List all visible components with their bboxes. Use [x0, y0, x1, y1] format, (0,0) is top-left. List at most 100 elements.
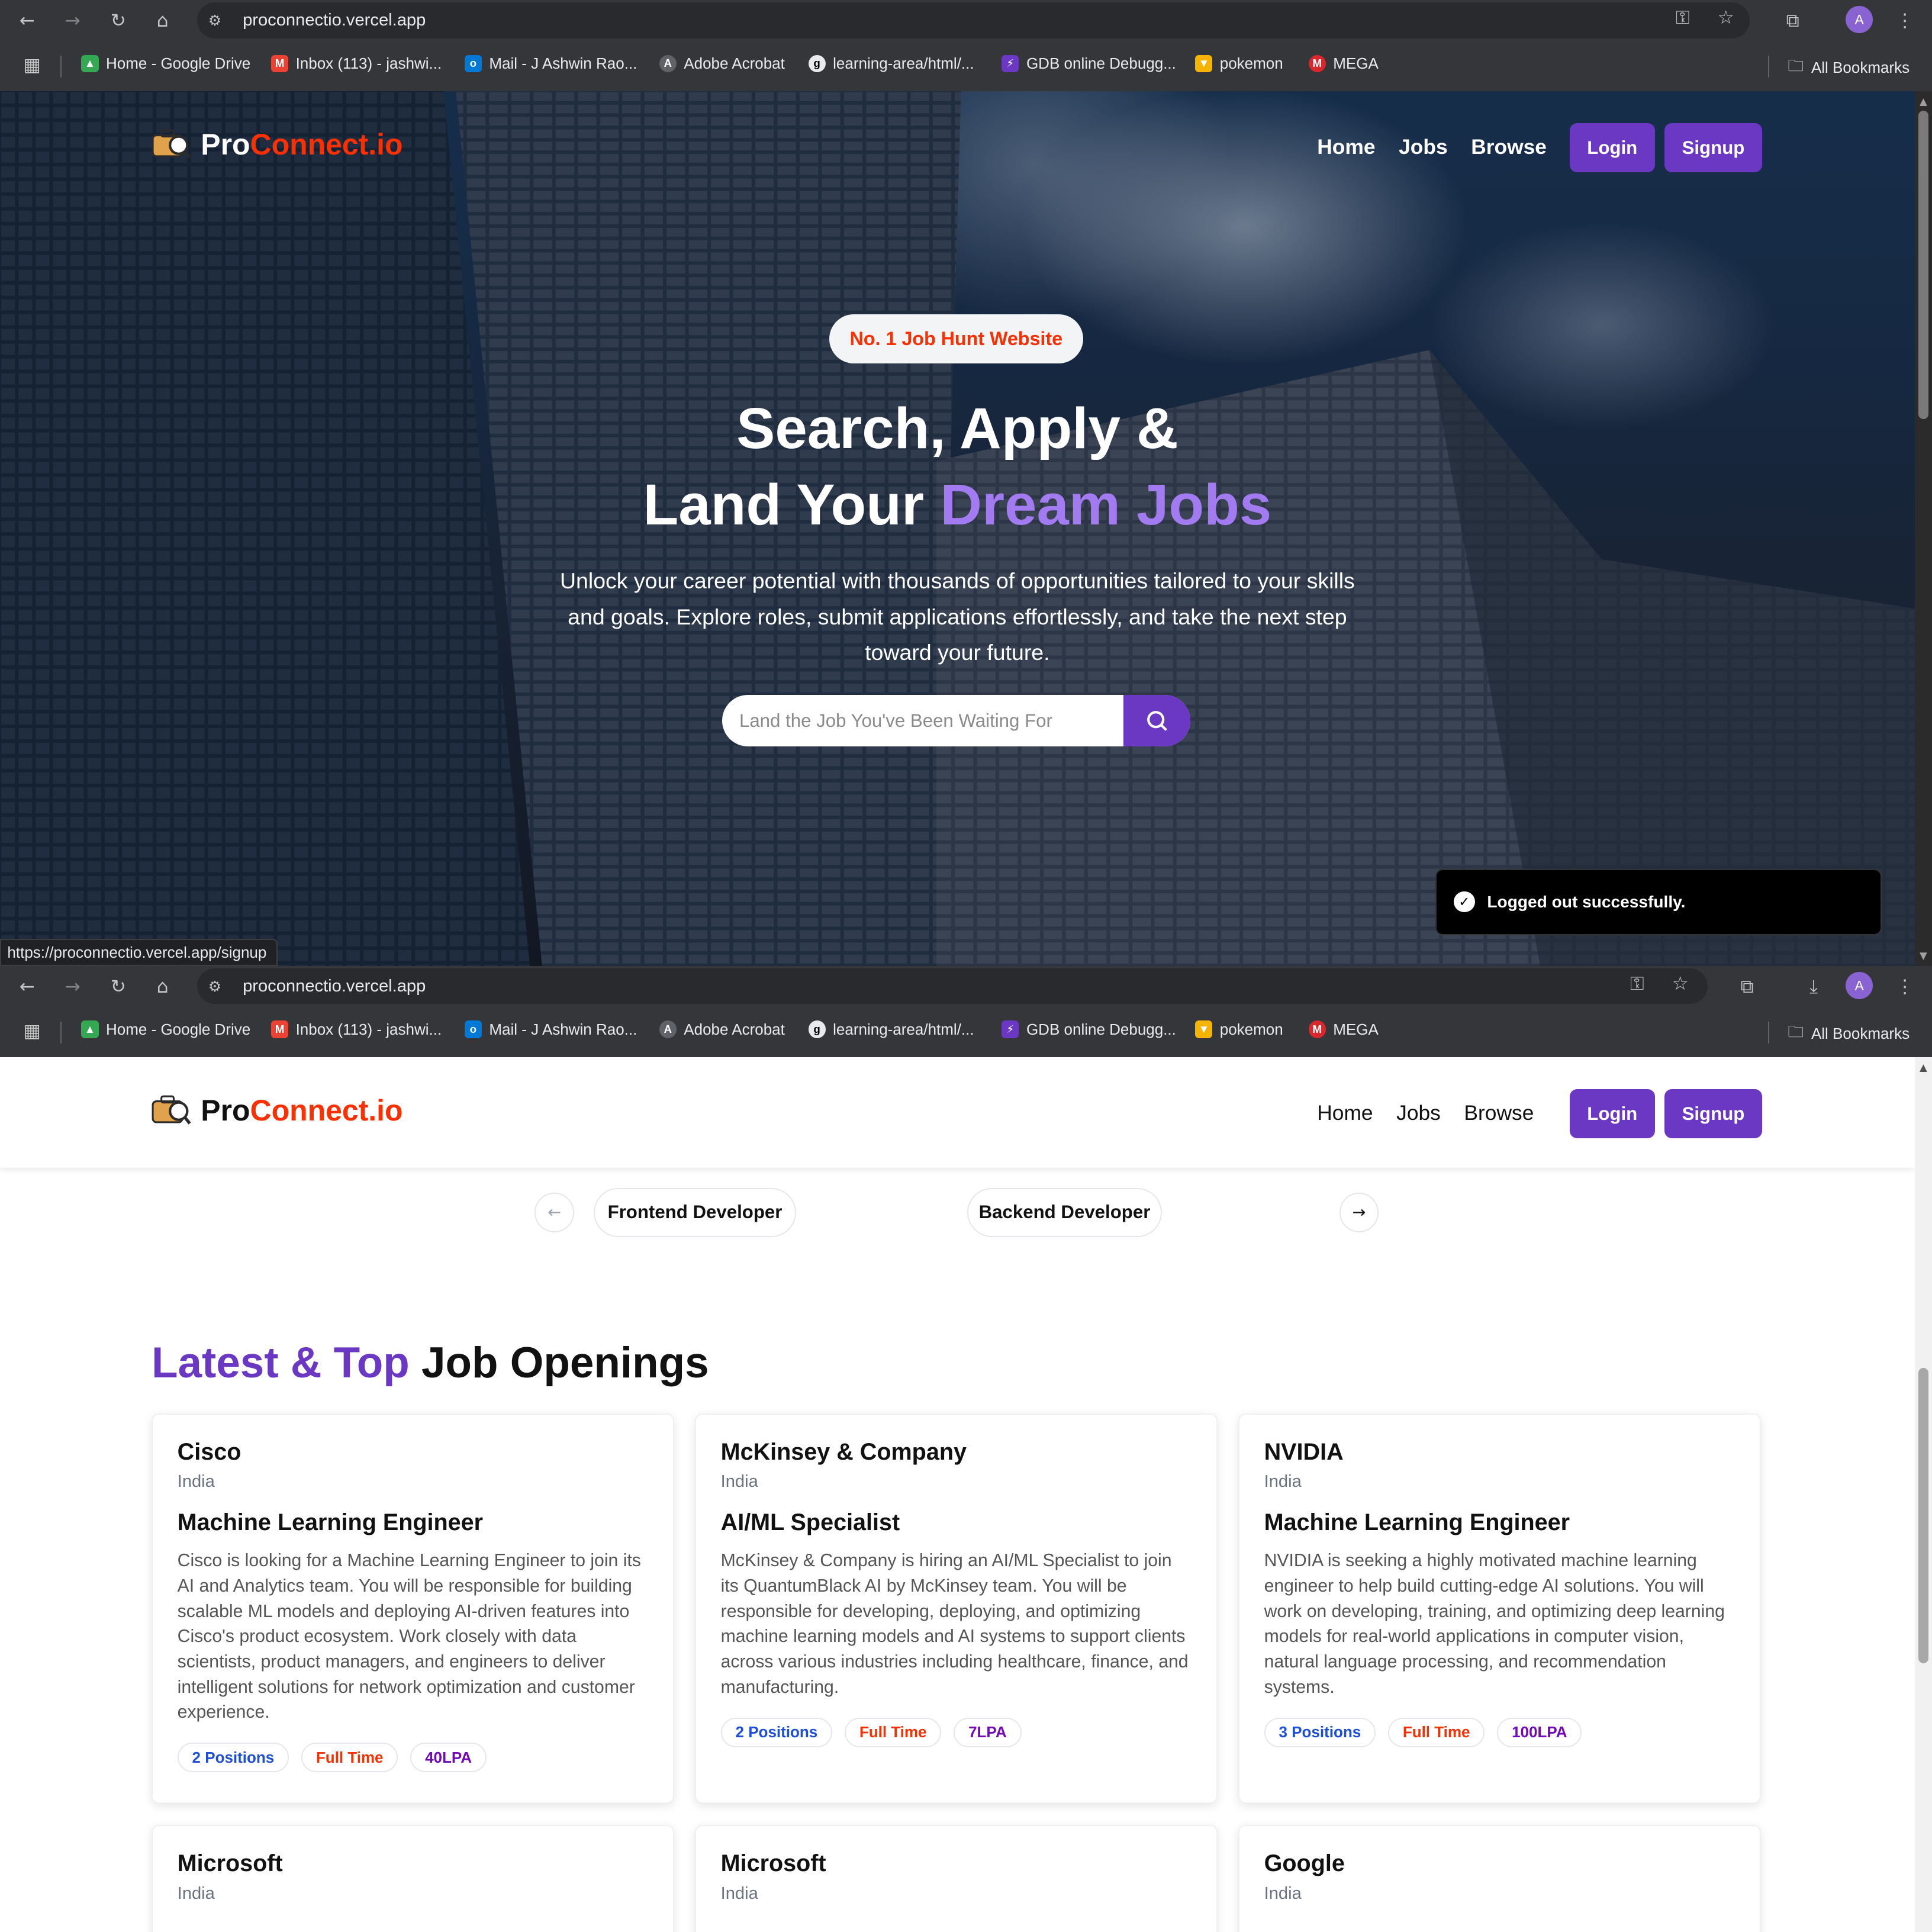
category-pill[interactable]: Backend Developer — [967, 1187, 1162, 1237]
bookmark-item[interactable]: M Inbox (113) - jashwi... — [271, 54, 442, 73]
nav-browse[interactable]: Browse — [1464, 1102, 1534, 1125]
menu-icon[interactable]: ⋮ — [1891, 973, 1918, 1000]
apps-grid-icon[interactable]: ▦ — [18, 51, 46, 79]
site-info-icon[interactable]: ⚙ — [208, 12, 230, 29]
url-text[interactable]: proconnectio.vercel.app — [243, 11, 426, 30]
logo[interactable]: ProConnect.io — [152, 1093, 403, 1127]
browser-chrome-bottom: ← → ↻ ⌂ ⚙ proconnectio.vercel.app ⚿ ☆ ⧉ … — [0, 965, 1932, 1057]
bookmark-item[interactable]: ▼ pokemon — [1195, 1020, 1283, 1039]
carousel-prev-icon[interactable]: ← — [534, 1192, 575, 1232]
nav-home[interactable]: Home — [1317, 1102, 1373, 1125]
job-tags: 2 Positions Full Time 7LPA — [720, 1717, 1192, 1747]
outlook-icon: o — [464, 1020, 482, 1038]
bookmark-item[interactable]: ▼ pokemon — [1195, 54, 1283, 73]
search-icon — [1147, 711, 1167, 731]
apps-grid-icon[interactable]: ▦ — [18, 1017, 46, 1045]
divider — [60, 1021, 62, 1044]
scroll-up-arrow-icon[interactable]: ▲ — [1917, 96, 1930, 108]
briefcase-logo-icon — [152, 130, 191, 159]
address-row: ← → ↻ ⌂ ⚙ proconnectio.vercel.app ⚿ ☆ ⧉ … — [0, 966, 1932, 1007]
password-key-icon[interactable]: ⚿ — [1676, 7, 1690, 29]
home-icon[interactable]: ⌂ — [149, 7, 176, 34]
download-icon[interactable]: ⤓ — [1800, 973, 1827, 1000]
extensions-icon[interactable]: ⧉ — [1734, 973, 1761, 1000]
signup-button[interactable]: Signup — [1664, 123, 1762, 173]
back-icon[interactable]: ← — [14, 973, 41, 1000]
job-card[interactable]: Cisco India Machine Learning Engineer Ci… — [152, 1413, 674, 1804]
profile-avatar[interactable]: A — [1846, 6, 1873, 34]
job-card[interactable]: McKinsey & Company India AI/ML Specialis… — [695, 1413, 1218, 1804]
url-text[interactable]: proconnectio.vercel.app — [243, 977, 426, 996]
job-type-badge: Full Time — [301, 1743, 398, 1773]
scroll-thumb[interactable] — [1918, 1367, 1928, 1664]
login-button[interactable]: Login — [1569, 1089, 1655, 1139]
job-location: India — [1264, 1472, 1302, 1492]
logo[interactable]: ProConnect.io — [152, 127, 403, 161]
bookmark-item[interactable]: A Adobe Acrobat — [659, 1020, 785, 1039]
bookmark-item[interactable]: M MEGA — [1308, 1020, 1379, 1039]
job-card[interactable]: Microsoft India — [152, 1824, 674, 1932]
profile-avatar[interactable]: A — [1846, 972, 1873, 1000]
search-button[interactable] — [1123, 695, 1190, 747]
category-carousel: ← Frontend Developer Backend Developer → — [0, 1187, 1915, 1237]
job-search-input[interactable] — [722, 695, 1124, 747]
briefcase-logo-icon — [152, 1096, 191, 1125]
logo-pro: Pro — [201, 1093, 250, 1127]
bookmark-item[interactable]: g learning-area/html/... — [808, 54, 974, 73]
category-pill[interactable]: Frontend Developer — [594, 1187, 796, 1237]
back-icon[interactable]: ← — [14, 7, 41, 34]
bookmark-item[interactable]: ▲ Home - Google Drive — [81, 54, 250, 73]
bookmark-star-icon[interactable]: ☆ — [1672, 973, 1689, 994]
nav-jobs[interactable]: Jobs — [1396, 1102, 1441, 1125]
nav-browse[interactable]: Browse — [1471, 136, 1547, 159]
job-card[interactable]: Google India — [1238, 1824, 1761, 1932]
page-scrollbar-bottom[interactable]: ▲ — [1914, 1057, 1932, 1932]
hero-title-accent: Dream Jobs — [940, 471, 1272, 537]
bookmark-item[interactable]: g learning-area/html/... — [808, 1020, 974, 1039]
bookmark-star-icon[interactable]: ☆ — [1718, 7, 1734, 28]
job-title: Machine Learning Engineer — [1264, 1509, 1570, 1535]
scroll-down-arrow-icon[interactable]: ▼ — [1917, 950, 1930, 962]
mega-icon: M — [1308, 54, 1326, 72]
job-card[interactable]: Microsoft India — [695, 1824, 1218, 1932]
extensions-icon[interactable]: ⧉ — [1779, 7, 1807, 34]
bookmark-item[interactable]: ▲ Home - Google Drive — [81, 1020, 250, 1039]
bookmark-item[interactable]: o Mail - J Ashwin Rao... — [464, 1020, 637, 1039]
signup-button[interactable]: Signup — [1664, 1089, 1762, 1139]
nav-home[interactable]: Home — [1317, 136, 1375, 159]
omnibox[interactable]: ⚙ proconnectio.vercel.app ⚿ ☆ — [197, 968, 1708, 1004]
bookmark-item[interactable]: A Adobe Acrobat — [659, 54, 785, 73]
positions-badge: 2 Positions — [720, 1717, 833, 1747]
google-drive-icon: ▲ — [81, 54, 99, 72]
scroll-thumb[interactable] — [1918, 111, 1928, 419]
home-icon[interactable]: ⌂ — [149, 973, 176, 1000]
logo-connect: Connect.io — [250, 127, 403, 161]
all-bookmarks[interactable]: 🗀 All Bookmarks — [1788, 1020, 1910, 1048]
all-bookmarks[interactable]: 🗀 All Bookmarks — [1788, 54, 1910, 82]
bookmark-item[interactable]: M Inbox (113) - jashwi... — [271, 1020, 442, 1039]
bookmark-item[interactable]: M MEGA — [1308, 54, 1379, 73]
reload-icon[interactable]: ↻ — [105, 7, 132, 34]
omnibox[interactable]: ⚙ proconnectio.vercel.app ⚿ ☆ — [197, 2, 1750, 38]
page-scrollbar-top[interactable]: ▲ ▼ — [1914, 91, 1932, 966]
logo-connect: Connect.io — [250, 1093, 403, 1127]
forward-icon[interactable]: → — [59, 7, 86, 34]
company-name: Microsoft — [177, 1850, 283, 1877]
positions-badge: 3 Positions — [1264, 1717, 1376, 1747]
job-card[interactable]: NVIDIA India Machine Learning Engineer N… — [1238, 1413, 1761, 1804]
menu-icon[interactable]: ⋮ — [1891, 7, 1918, 34]
scroll-up-arrow-icon[interactable]: ▲ — [1917, 1062, 1930, 1074]
reload-icon[interactable]: ↻ — [105, 973, 132, 1000]
bookmark-item[interactable]: ⚡ GDB online Debugg... — [1002, 1020, 1176, 1039]
acrobat-icon: A — [659, 1020, 677, 1038]
password-key-icon[interactable]: ⚿ — [1630, 973, 1644, 995]
login-button[interactable]: Login — [1569, 123, 1655, 173]
bookmark-item[interactable]: ⚡ GDB online Debugg... — [1002, 54, 1176, 73]
bookmarks-bar: ▦ ▲ Home - Google Drive M Inbox (113) - ja… — [0, 41, 1932, 91]
job-title: Machine Learning Engineer — [177, 1509, 484, 1535]
site-info-icon[interactable]: ⚙ — [208, 978, 230, 995]
forward-icon[interactable]: → — [59, 973, 86, 1000]
nav-jobs[interactable]: Jobs — [1399, 136, 1448, 159]
carousel-next-icon[interactable]: → — [1339, 1192, 1379, 1232]
bookmark-item[interactable]: o Mail - J Ashwin Rao... — [464, 54, 637, 73]
